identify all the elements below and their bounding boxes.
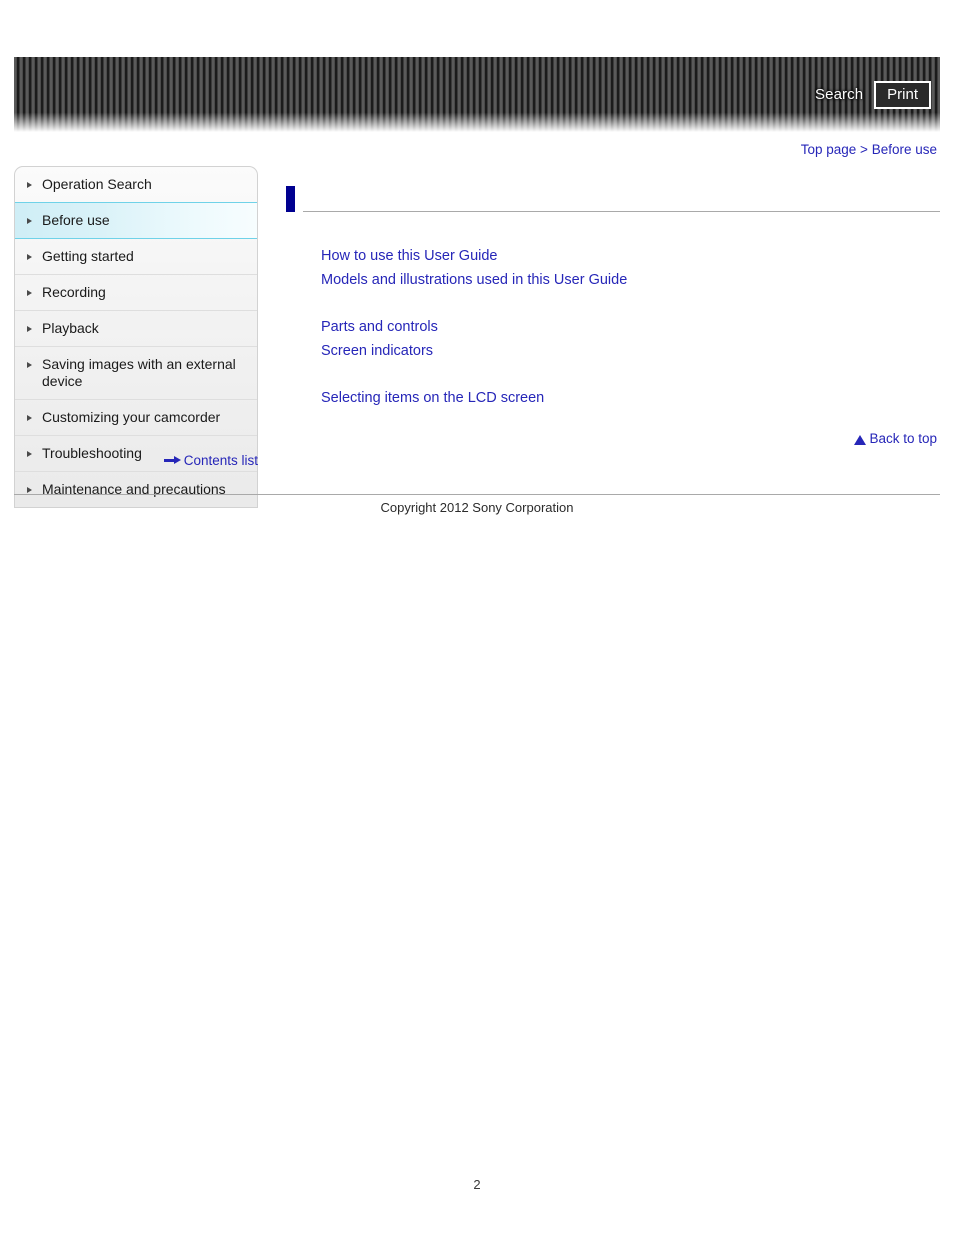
bullet-arrow-icon [27,487,32,493]
content-link-group: How to use this User Guide Models and ill… [286,245,940,292]
sidebar-item-label: Playback [42,320,99,336]
content-link[interactable]: Parts and controls [321,316,438,340]
main-content: How to use this User Guide Models and ill… [286,186,940,449]
triangle-up-icon [854,434,867,445]
sidebar-item-label: Recording [42,284,106,300]
arrow-right-icon [163,456,181,465]
print-button[interactable]: Print [874,80,931,109]
bullet-arrow-icon [27,290,32,296]
striped-banner-background [14,57,940,132]
sidebar-item-label: Maintenance and precautions [42,481,226,497]
footer-divider [14,494,940,495]
breadcrumb-separator: > [860,142,868,157]
sidebar-item-label: Operation Search [42,176,152,192]
breadcrumb: Top page > Before use [801,142,937,157]
sidebar-item-operation-search[interactable]: Operation Search [15,167,257,203]
back-to-top-row: Back to top [286,431,940,449]
bullet-arrow-icon [27,218,32,224]
sidebar-item-label: Customizing your camcorder [42,409,221,425]
back-to-top-link[interactable]: Back to top [854,431,937,446]
copyright-text: Copyright 2012 Sony Corporation [380,500,574,515]
sidebar-footer: Contents list [14,446,258,470]
breadcrumb-current[interactable]: Before use [872,142,937,157]
search-link[interactable]: Search [815,86,863,103]
sidebar-item-recording[interactable]: Recording [15,275,257,311]
sidebar-item-before-use[interactable]: Before use [15,202,257,239]
bullet-arrow-icon [27,362,32,368]
bullet-arrow-icon [27,415,32,421]
content-link-group: Selecting items on the LCD screen [286,387,940,411]
header-banner: Search Print [14,57,940,132]
bullet-arrow-icon [27,254,32,260]
content-link[interactable]: Models and illustrations used in this Us… [321,269,627,293]
content-link[interactable]: Screen indicators [321,340,433,364]
header-controls: Search Print [815,57,931,132]
contents-list-label: Contents list [183,453,258,468]
bullet-arrow-icon [27,326,32,332]
sidebar-item-customizing-your-camcorder[interactable]: Customizing your camcorder [15,400,257,436]
content-link[interactable]: Selecting items on the LCD screen [321,387,544,411]
content-link[interactable]: How to use this User Guide [321,245,498,269]
sidebar-item-label: Getting started [42,248,134,264]
sidebar-item-getting-started[interactable]: Getting started [15,239,257,275]
breadcrumb-top-page[interactable]: Top page [801,142,857,157]
page-title-marker [286,186,295,212]
page-title [303,186,940,212]
back-to-top-label: Back to top [869,431,937,446]
page-title-row [286,186,940,212]
contents-list-link[interactable]: Contents list [163,453,258,468]
content-link-group: Parts and controls Screen indicators [286,316,940,363]
content-link-groups: How to use this User Guide Models and ill… [286,245,940,411]
sidebar-item-saving-images-with-an-external-device[interactable]: Saving images with an external device [15,347,257,400]
sidebar-item-label: Saving images with an external device [42,356,236,389]
page-number: 2 [473,1177,481,1192]
sidebar-item-label: Before use [42,212,110,228]
bullet-arrow-icon [27,182,32,188]
sidebar-item-playback[interactable]: Playback [15,311,257,347]
